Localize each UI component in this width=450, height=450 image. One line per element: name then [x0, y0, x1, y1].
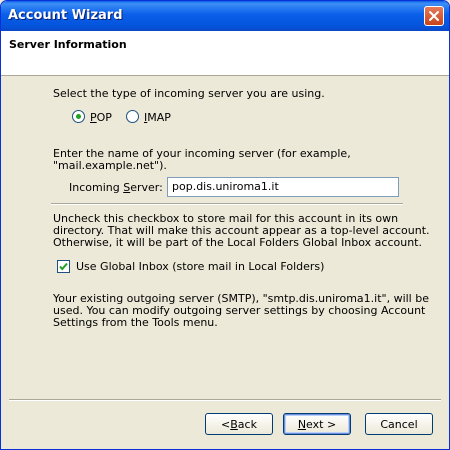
incoming-server-input[interactable]: pop.dis.uniroma1.it	[167, 177, 399, 197]
account-wizard-window: Account Wizard Server Information Select…	[0, 0, 450, 450]
window-title: Account Wizard	[8, 8, 123, 23]
close-button[interactable]	[424, 6, 444, 26]
next-button[interactable]: Next >	[283, 413, 351, 435]
radio-imap-button[interactable]	[126, 110, 139, 123]
global-inbox-checkbox[interactable]	[57, 260, 70, 273]
radio-pop-label[interactable]: POP	[90, 111, 112, 124]
checkmark-icon	[59, 262, 68, 271]
wizard-content: Select the type of incoming server you a…	[1, 76, 449, 396]
server-type-prompt: Select the type of incoming server you a…	[53, 87, 325, 100]
close-icon	[429, 11, 439, 21]
title-bar[interactable]: Account Wizard	[1, 1, 449, 31]
radio-pop-button[interactable]	[72, 110, 85, 123]
outgoing-info-line3: Settings from the Tools menu.	[53, 316, 218, 329]
incoming-server-label: Incoming Server:	[69, 181, 163, 194]
back-button[interactable]: < Back	[205, 413, 273, 435]
wizard-header: Server Information	[1, 31, 449, 76]
global-inbox-checkbox-label[interactable]: Use Global Inbox (store mail in Local Fo…	[76, 260, 324, 273]
section-divider	[51, 203, 403, 205]
page-title: Server Information	[9, 38, 127, 51]
footer-divider	[9, 399, 441, 401]
global-inbox-desc-line3: Otherwise, it will be part of the Local …	[53, 236, 422, 249]
cancel-button[interactable]: Cancel	[365, 413, 433, 435]
radio-imap-label[interactable]: IMAP	[144, 111, 171, 124]
incoming-prompt-line2: "mail.example.net").	[53, 159, 167, 172]
